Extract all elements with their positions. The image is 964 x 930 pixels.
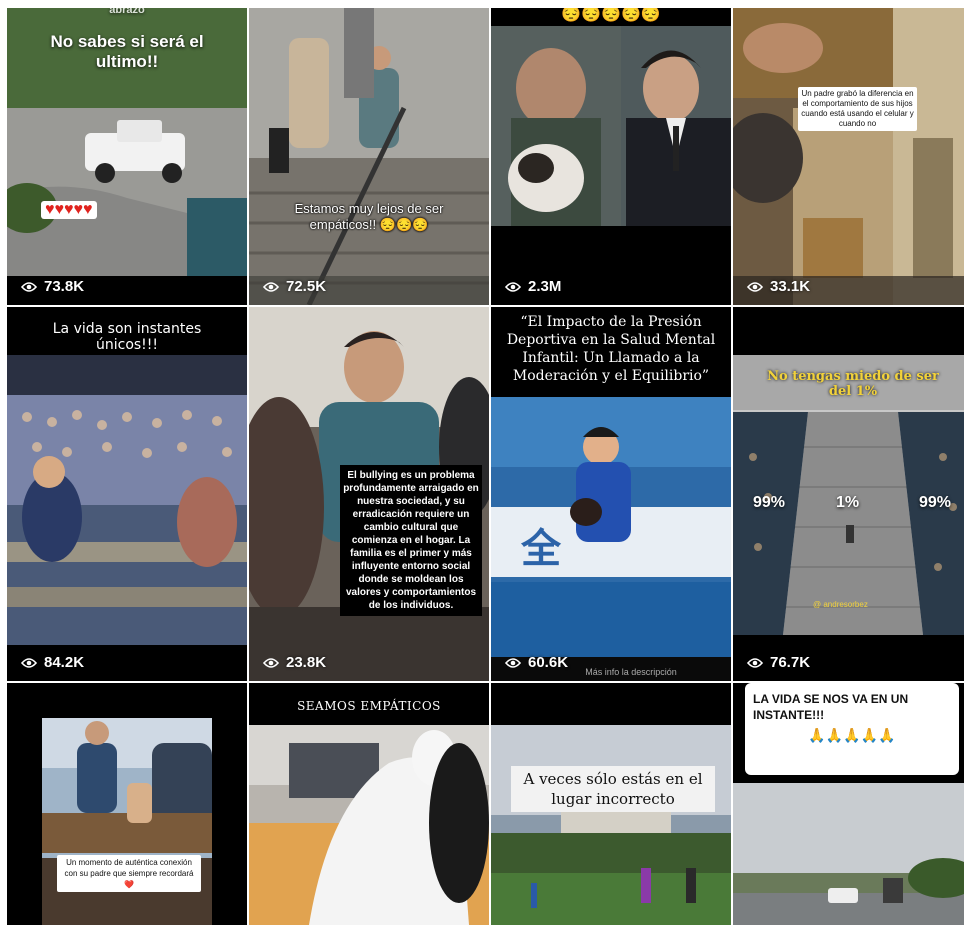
hearts-badge: ♥♥♥♥♥ (41, 201, 97, 219)
eye-icon (21, 281, 37, 292)
view-count: 23.8K (263, 654, 326, 671)
video-caption: “El Impacto de la Presión Deportiva en l… (495, 309, 727, 389)
eye-icon (505, 281, 521, 292)
video-thumbnail (7, 307, 247, 681)
video-tile-6[interactable]: El bullying es un problema profundamente… (249, 307, 489, 681)
video-caption: Estamos muy lejos de ser empáticos!! 😔😔😔 (294, 201, 444, 232)
view-count-text: 72.5K (286, 278, 327, 295)
video-caption: Un momento de auténtica conexión con su … (57, 855, 201, 892)
video-tile-12[interactable]: LA VIDA SE NOS VA EN UN INSTANTE!!! 🙏🙏🙏🙏… (733, 683, 964, 925)
video-tile-5[interactable]: La vida son instantes únicos!!! 84.2K (7, 307, 247, 681)
eye-icon (747, 657, 763, 668)
emoji-text: 😔😔😔 (379, 217, 429, 232)
right-percentage: 99% (919, 494, 952, 511)
view-count-text: 84.2K (44, 654, 85, 671)
eye-icon (263, 657, 279, 668)
eye-icon (21, 657, 37, 668)
view-count-text: 60.6K (528, 654, 569, 671)
view-count: 84.2K (21, 654, 84, 671)
svg-text:全: 全 (520, 526, 562, 572)
video-tile-9[interactable]: Un momento de auténtica conexión con su … (7, 683, 247, 925)
video-caption: LA VIDA SE NOS VA EN UN INSTANTE!!! (753, 692, 909, 722)
view-count-text: 23.8K (286, 654, 327, 671)
creator-handle: @ andresorbez (813, 600, 868, 609)
view-count: 60.6K (505, 654, 568, 671)
video-caption: El bullying es un problema profundamente… (340, 465, 482, 616)
video-caption: No tengas miedo de ser del 1% (767, 369, 939, 399)
left-percentage: 99% (753, 494, 786, 511)
view-count: 2.3M (505, 278, 561, 295)
view-count: 73.8K (21, 278, 84, 295)
view-count-text: 2.3M (528, 278, 562, 295)
video-tile-3[interactable]: 😔😔😔😔😔 2.3M (491, 8, 731, 305)
video-thumbnail (249, 8, 489, 305)
video-tile-1[interactable]: abrazo No sabes si será el ultimo!! ♥♥♥♥… (7, 8, 247, 305)
video-grid: abrazo No sabes si será el ultimo!! ♥♥♥♥… (7, 8, 964, 930)
video-thumbnail (249, 683, 489, 925)
view-count: 33.1K (747, 278, 810, 295)
caption-card: LA VIDA SE NOS VA EN UN INSTANTE!!! 🙏🙏🙏🙏… (745, 683, 959, 775)
video-tile-10[interactable]: SEAMOS EMPÁTICOS (249, 683, 489, 925)
middle-percentage: 1% (836, 494, 860, 511)
eye-icon (747, 281, 763, 292)
view-count-text: 76.7K (770, 654, 811, 671)
video-caption: La vida son instantes únicos!!! (52, 321, 202, 353)
video-tile-4[interactable]: Un padre grabó la diferencia en el compo… (733, 8, 964, 305)
eye-icon (505, 657, 521, 668)
video-tile-11[interactable]: A veces sólo estás en el lugar incorrect… (491, 683, 731, 925)
view-count: 72.5K (263, 278, 326, 295)
video-tile-8[interactable]: No tengas miedo de ser del 1% 99% 1% 99%… (733, 307, 964, 681)
video-tile-2[interactable]: Estamos muy lejos de ser empáticos!! 😔😔😔… (249, 8, 489, 305)
top-caption: abrazo (109, 8, 145, 16)
video-thumbnail (491, 8, 731, 305)
emoji-text: ❤️ (124, 880, 134, 889)
emoji-text: 🙏🙏🙏🙏🙏 (808, 727, 896, 743)
view-count-text: 33.1K (770, 278, 811, 295)
video-thumbnail (733, 8, 964, 305)
video-caption: Un padre grabó la diferencia en el compo… (798, 87, 917, 131)
video-caption: SEAMOS EMPÁTICOS (297, 699, 441, 713)
video-tile-7[interactable]: 全 “El Impacto de la Presión Deportiva en… (491, 307, 731, 681)
view-count: 76.7K (747, 654, 810, 671)
video-caption: No sabes si será el ultimo!! (50, 32, 204, 71)
top-emoji: 😔😔😔😔😔 (561, 8, 661, 23)
eye-icon (263, 281, 279, 292)
view-count-text: 73.8K (44, 278, 85, 295)
video-caption: A veces sólo estás en el lugar incorrect… (511, 766, 715, 812)
